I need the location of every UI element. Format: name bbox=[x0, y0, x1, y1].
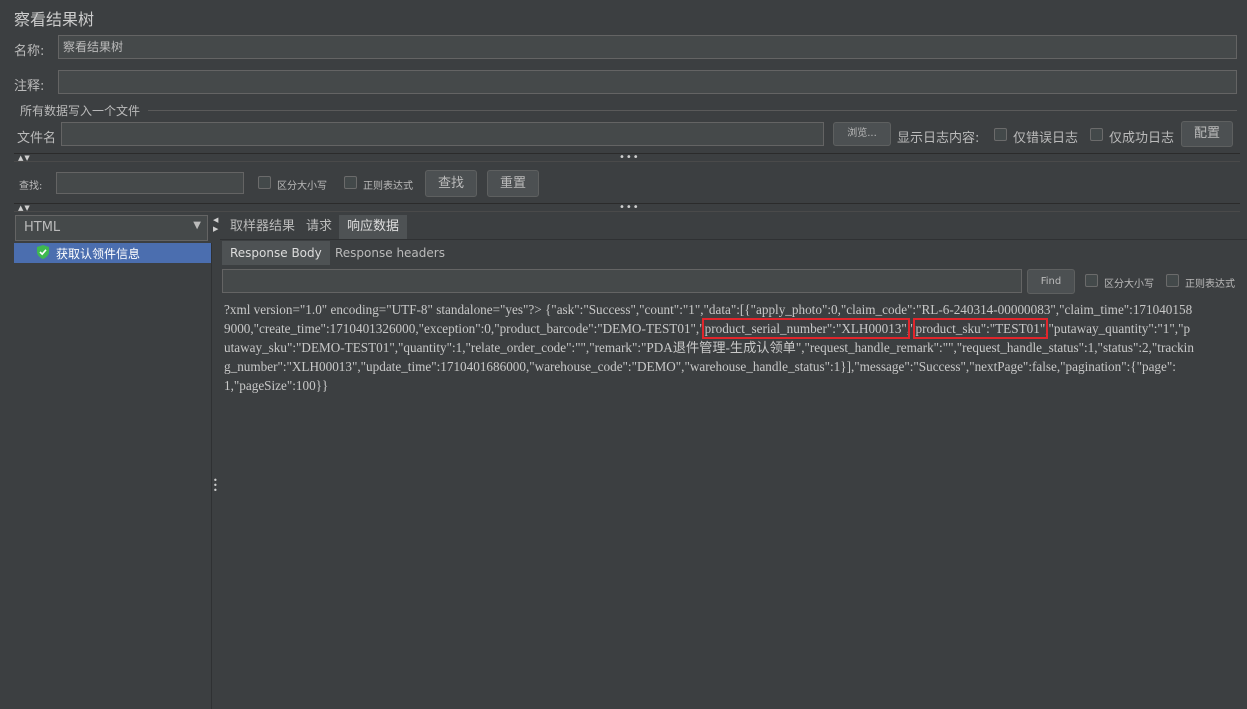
group-border bbox=[148, 110, 1237, 111]
write-all-label: 所有数据写入一个文件 bbox=[20, 104, 141, 118]
filename-label: 文件名 bbox=[17, 131, 57, 146]
tab-response-data[interactable]: 响应数据 bbox=[339, 215, 408, 239]
grip-dots-icon[interactable]: ••• bbox=[619, 153, 640, 163]
success-only-checkbox[interactable] bbox=[1090, 128, 1103, 141]
body-case-checkbox[interactable] bbox=[1085, 274, 1098, 287]
config-button[interactable]: 配置 bbox=[1181, 121, 1233, 147]
tab-sampler-result[interactable]: 取样器结果 bbox=[222, 215, 303, 239]
tree-panel: 获取认领件信息 bbox=[14, 243, 212, 709]
tree-item-label: 获取认领件信息 bbox=[56, 247, 141, 261]
highlight-product-sku: product_sku":"TEST01" bbox=[912, 318, 1049, 339]
subtab-response-headers[interactable]: Response headers bbox=[327, 241, 453, 265]
errors-only-checkbox[interactable] bbox=[994, 128, 1007, 141]
search-case-label: 区分大小写 bbox=[277, 181, 327, 192]
collapse-arrows-icon[interactable]: ▲▼ bbox=[18, 155, 31, 162]
subtab-response-body[interactable]: Response Body bbox=[222, 241, 330, 265]
body-find-button[interactable]: Find bbox=[1027, 269, 1075, 294]
collapse-arrows-icon[interactable]: ▲▼ bbox=[18, 205, 31, 212]
renderer-select-value: HTML bbox=[24, 220, 61, 235]
renderer-select[interactable]: HTML ▼ bbox=[15, 215, 208, 241]
tabs-underline bbox=[220, 239, 1247, 240]
response-text-separator: ," bbox=[906, 321, 916, 336]
name-label: 名称: bbox=[14, 44, 45, 59]
split-handle-vertical[interactable]: ◀ ▶ • • • bbox=[212, 212, 220, 709]
success-only-label: 仅成功日志 bbox=[1109, 131, 1175, 146]
comment-label: 注释: bbox=[14, 79, 45, 94]
body-regex-label: 正则表达式 bbox=[1185, 279, 1235, 290]
tree-item-selected[interactable]: 获取认领件信息 bbox=[14, 243, 211, 263]
tab-request[interactable]: 请求 bbox=[298, 215, 340, 239]
page-title: 察看结果树 bbox=[14, 10, 95, 29]
filename-input[interactable] bbox=[61, 122, 824, 146]
reset-button[interactable]: 重置 bbox=[487, 170, 539, 197]
find-button[interactable]: 查找 bbox=[425, 170, 477, 197]
browse-button[interactable]: 浏览... bbox=[833, 122, 891, 146]
log-content-label: 显示日志内容: bbox=[897, 131, 980, 146]
shield-check-icon bbox=[37, 245, 49, 259]
comment-input[interactable] bbox=[58, 70, 1237, 94]
search-regex-checkbox[interactable] bbox=[344, 176, 357, 189]
grip-dots-icon[interactable]: ••• bbox=[213, 477, 218, 495]
body-regex-checkbox[interactable] bbox=[1166, 274, 1179, 287]
name-input[interactable]: 察看结果树 bbox=[58, 35, 1237, 59]
collapse-arrows-icon[interactable]: ◀ ▶ bbox=[213, 216, 218, 234]
highlight-serial-number: product_serial_number":"XLH00013" bbox=[701, 318, 910, 339]
search-label: 查找: bbox=[19, 181, 43, 192]
response-body-text: ?xml version="1.0" encoding="UTF-8" stan… bbox=[224, 300, 1196, 395]
search-regex-label: 正则表达式 bbox=[363, 181, 413, 192]
body-search-input[interactable] bbox=[222, 269, 1022, 293]
search-case-checkbox[interactable] bbox=[258, 176, 271, 189]
errors-only-label: 仅错误日志 bbox=[1013, 131, 1079, 146]
body-case-label: 区分大小写 bbox=[1104, 279, 1154, 290]
search-input[interactable] bbox=[56, 172, 244, 194]
chevron-down-icon[interactable]: ▼ bbox=[193, 220, 201, 231]
grip-dots-icon[interactable]: ••• bbox=[619, 203, 640, 213]
